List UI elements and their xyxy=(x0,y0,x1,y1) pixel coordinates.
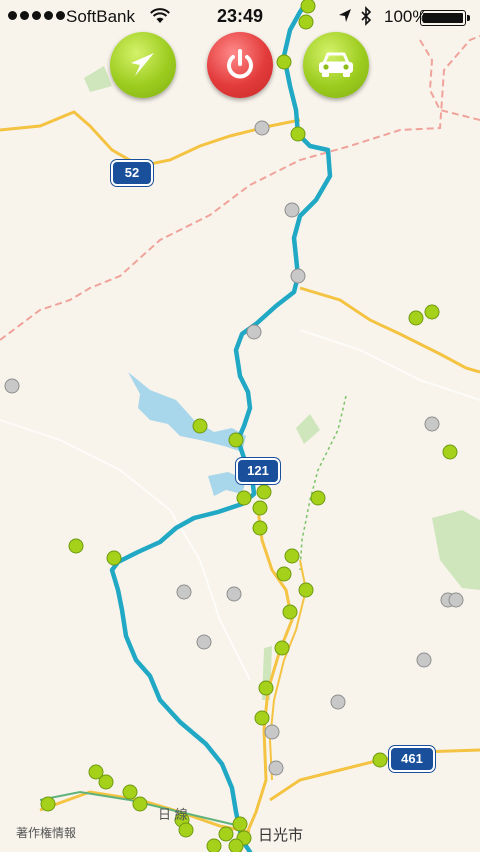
green-marker[interactable] xyxy=(282,604,298,620)
green-marker[interactable] xyxy=(310,490,326,506)
green-marker[interactable] xyxy=(252,520,268,536)
green-marker[interactable] xyxy=(122,784,138,800)
green-marker[interactable] xyxy=(442,444,458,460)
car-icon xyxy=(319,52,353,77)
gray-marker[interactable] xyxy=(290,268,306,284)
status-bar: SoftBank 23:49 100% xyxy=(0,0,480,34)
gray-marker[interactable] xyxy=(246,324,262,340)
gray-marker[interactable] xyxy=(268,760,284,776)
route-shield-461: 461 xyxy=(389,746,435,772)
route-shield-52: 52 xyxy=(111,160,153,186)
map-screen: 52 121 461 日 線 日光市 著作権情報 SoftBank 23:49 … xyxy=(0,0,480,852)
route-shield-121: 121 xyxy=(236,458,280,484)
green-marker[interactable] xyxy=(424,304,440,320)
gray-marker[interactable] xyxy=(4,378,20,394)
green-marker[interactable] xyxy=(276,566,292,582)
green-marker[interactable] xyxy=(274,640,290,656)
gray-marker[interactable] xyxy=(330,694,346,710)
green-marker[interactable] xyxy=(256,484,272,500)
green-marker[interactable] xyxy=(258,680,274,696)
map-land xyxy=(0,0,480,852)
green-marker[interactable] xyxy=(68,538,84,554)
gray-marker[interactable] xyxy=(284,202,300,218)
gray-marker[interactable] xyxy=(254,120,270,136)
green-marker[interactable] xyxy=(372,752,388,768)
navigation-arrow-icon xyxy=(131,53,154,76)
gray-marker[interactable] xyxy=(264,724,280,740)
green-marker[interactable] xyxy=(40,796,56,812)
bluetooth-icon xyxy=(360,6,372,31)
green-marker[interactable] xyxy=(192,418,208,434)
green-marker[interactable] xyxy=(228,432,244,448)
gray-marker[interactable] xyxy=(416,652,432,668)
green-marker[interactable] xyxy=(228,838,244,852)
map-attribution-link[interactable]: 著作権情報 xyxy=(16,824,76,841)
navigate-button[interactable] xyxy=(110,32,176,98)
map-view[interactable] xyxy=(0,0,480,852)
green-marker[interactable] xyxy=(98,774,114,790)
green-marker[interactable] xyxy=(232,816,248,832)
gray-marker[interactable] xyxy=(226,586,242,602)
gray-marker[interactable] xyxy=(448,592,464,608)
battery-icon xyxy=(420,10,470,26)
power-icon xyxy=(227,49,253,79)
green-marker[interactable] xyxy=(290,126,306,142)
green-marker[interactable] xyxy=(298,582,314,598)
green-marker[interactable] xyxy=(206,838,222,852)
green-marker[interactable] xyxy=(236,490,252,506)
gray-marker[interactable] xyxy=(424,416,440,432)
green-marker[interactable] xyxy=(252,500,268,516)
green-marker[interactable] xyxy=(254,710,270,726)
green-marker[interactable] xyxy=(408,310,424,326)
green-marker[interactable] xyxy=(132,796,148,812)
green-marker[interactable] xyxy=(276,54,292,70)
green-marker[interactable] xyxy=(284,548,300,564)
green-marker[interactable] xyxy=(218,826,234,842)
city-label: 日光市 xyxy=(258,827,304,844)
gray-marker[interactable] xyxy=(196,634,212,650)
green-marker[interactable] xyxy=(178,822,194,838)
location-arrow-icon xyxy=(338,8,352,29)
rail-line-label: 日 線 xyxy=(158,807,188,822)
green-marker[interactable] xyxy=(106,550,122,566)
power-button[interactable] xyxy=(207,32,273,98)
car-button[interactable] xyxy=(303,32,369,98)
gray-marker[interactable] xyxy=(176,584,192,600)
